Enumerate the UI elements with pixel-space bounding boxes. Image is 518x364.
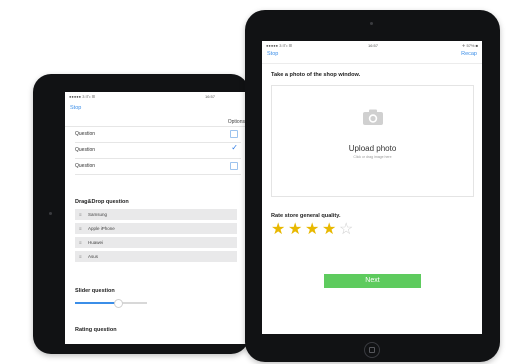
upload-photo-hint: Click or drag image here (353, 155, 392, 159)
nav-bar: Stop Recap (267, 51, 477, 61)
camera-icon (363, 109, 383, 125)
left-tablet: ●●●●● 3 IT• ☰ 16:57 Stop Options Questio… (33, 74, 249, 354)
star-icon[interactable]: ☆ (339, 221, 356, 239)
stop-button[interactable]: Stop (70, 105, 81, 111)
slider-thumb[interactable] (114, 299, 124, 308)
checkmark-icon[interactable]: ✓ (231, 144, 238, 152)
next-button[interactable]: Next (324, 274, 421, 288)
question-label: Question (75, 131, 96, 137)
status-bar: ●●●●● 3 IT• ☰ 16:57 (69, 94, 245, 101)
star-rating[interactable]: ★ ★ ★ ★ ☆ (271, 221, 361, 239)
divider (262, 63, 482, 64)
question-row[interactable]: Question (75, 126, 241, 143)
slider-fill (75, 302, 119, 304)
drag-item[interactable]: ≡ Apple iPhone (75, 223, 237, 234)
recap-button[interactable]: Recap (461, 51, 477, 57)
drag-item[interactable]: ≡ Huawei (75, 237, 237, 248)
status-bar: ●●●●● 3 IT• ☰ 16:57 ✈ 57% ■ (266, 43, 478, 50)
drag-handle-icon[interactable]: ≡ (79, 254, 82, 259)
drag-handle-icon[interactable]: ≡ (79, 240, 82, 245)
slider[interactable] (75, 299, 147, 308)
question-checkbox[interactable] (230, 130, 238, 138)
photo-prompt: Take a photo of the shop window. (271, 72, 361, 78)
right-screen: ●●●●● 3 IT• ☰ 16:57 ✈ 57% ■ Stop Recap T… (262, 41, 482, 334)
star-icon[interactable]: ★ (305, 221, 322, 239)
question-checkbox[interactable] (230, 162, 238, 170)
question-row[interactable]: Question (75, 158, 241, 175)
question-label: Question (75, 163, 96, 169)
left-screen: ●●●●● 3 IT• ☰ 16:57 Stop Options Questio… (65, 92, 249, 344)
clock: 16:57 (368, 43, 379, 48)
star-icon[interactable]: ★ (322, 221, 339, 239)
clock: 16:57 (204, 94, 215, 99)
rating-title: Rate store general quality. (271, 213, 341, 219)
drag-item-label: Samsung (88, 212, 108, 217)
upload-photo-title: Upload photo (348, 144, 397, 153)
right-tablet: ●●●●● 3 IT• ☰ 16:57 ✈ 57% ■ Stop Recap T… (245, 10, 500, 362)
front-camera (49, 212, 52, 215)
drag-item[interactable]: ≡ Samsung (75, 209, 237, 220)
carrier-label: ●●●●● 3 IT• ☰ (69, 94, 96, 99)
home-square-icon (369, 347, 375, 353)
nav-bar: Stop (70, 105, 244, 115)
rating-question-title: Rating question (75, 327, 117, 333)
question-row[interactable]: Question ✓ (75, 142, 241, 159)
stop-button[interactable]: Stop (267, 51, 278, 57)
upload-photo-area[interactable]: Upload photo Click or drag image here (271, 85, 474, 197)
carrier-label: ●●●●● 3 IT• ☰ (266, 43, 293, 48)
home-button[interactable] (364, 342, 380, 358)
options-header: Options (227, 119, 245, 125)
star-icon[interactable]: ★ (271, 221, 288, 239)
battery-indicator: ✈ 57% ■ (462, 43, 478, 48)
drag-item[interactable]: ≡ Asus (75, 251, 237, 262)
drag-item-label: Apple iPhone (88, 226, 115, 231)
drag-handle-icon[interactable]: ≡ (79, 226, 82, 231)
drag-item-label: Huawei (88, 240, 104, 245)
drag-handle-icon[interactable]: ≡ (79, 212, 82, 217)
front-camera (370, 22, 373, 25)
dragdrop-title: Drag&Drop question (75, 199, 129, 205)
question-label: Question (75, 147, 96, 153)
star-icon[interactable]: ★ (288, 221, 305, 239)
slider-title: Slider question (75, 288, 115, 294)
drag-item-label: Asus (88, 254, 99, 259)
